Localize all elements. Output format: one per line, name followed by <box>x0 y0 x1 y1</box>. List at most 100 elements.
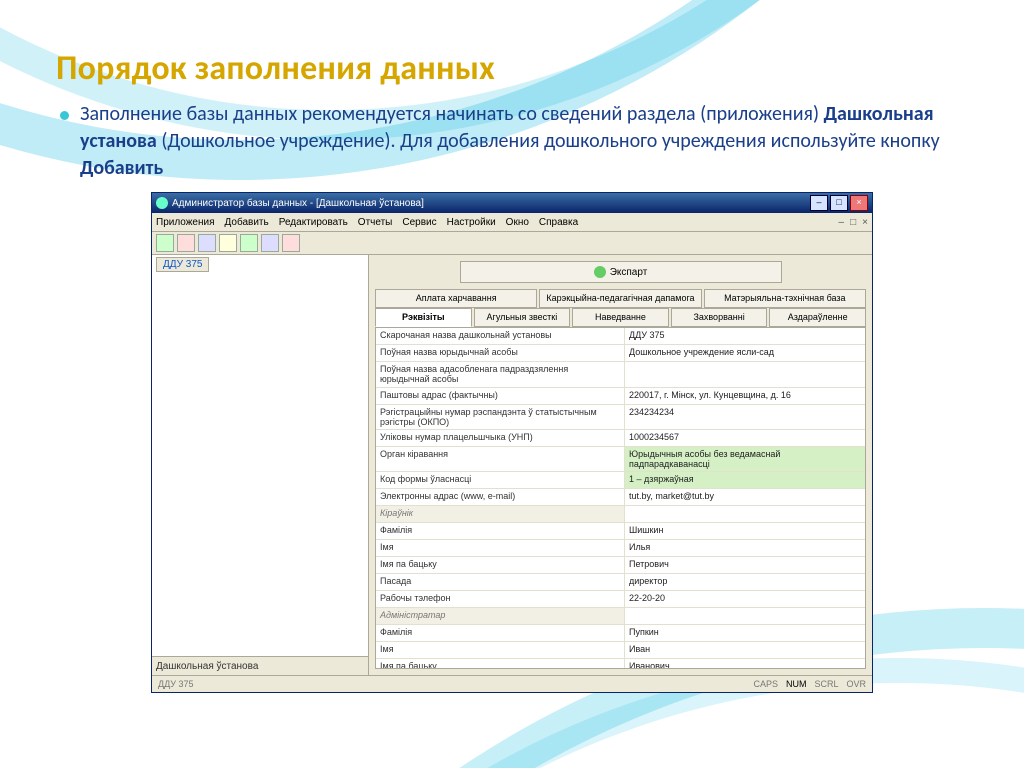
grid-row[interactable]: Скарочаная назва дашкольнай установыДДУ … <box>376 328 865 345</box>
menu-bar: Приложения Добавить Редактировать Отчеты… <box>152 213 872 232</box>
grid-value[interactable] <box>625 506 865 522</box>
menu-item[interactable]: Отчеты <box>358 217 393 228</box>
close-button[interactable]: × <box>850 195 868 211</box>
grid-value[interactable]: Иван <box>625 642 865 658</box>
grid-label: Паштовы адрас (фактычны) <box>376 388 625 404</box>
grid-row[interactable]: Электронны адрас (www, e-mail)tut.by, ma… <box>376 489 865 506</box>
grid-value[interactable]: 220017, г. Мінск, ул. Кунцевщина, д. 16 <box>625 388 865 404</box>
grid-label: Поўная назва адасобленага падраздзялення… <box>376 362 625 387</box>
grid-value[interactable]: 1000234567 <box>625 430 865 446</box>
grid-label: Рэгістрацыйны нумар рэспандэнта ў статыс… <box>376 405 625 430</box>
toolbar-icon[interactable] <box>219 234 237 252</box>
grid-row[interactable]: ФаміліяПупкин <box>376 625 865 642</box>
status-ovr: OVR <box>846 679 866 689</box>
grid-row[interactable]: Пасададиректор <box>376 574 865 591</box>
titlebar: Администратор базы данных - [Дашкольная … <box>152 193 872 213</box>
grid-label: Адміністратар <box>376 608 625 624</box>
menu-item[interactable]: Редактировать <box>279 217 348 228</box>
menu-item[interactable]: Окно <box>506 217 529 228</box>
tree-tab[interactable]: ДДУ 375 <box>156 257 209 272</box>
grid-label: Код формы ўласнасці <box>376 472 625 488</box>
content-area: ДДУ 375 Дашкольная ўстанова Экспарт Апла… <box>152 255 872 675</box>
property-grid[interactable]: Скарочаная назва дашкольнай установыДДУ … <box>375 327 866 669</box>
tab[interactable]: Наведванне <box>572 308 669 327</box>
grid-label: Кіраўнік <box>376 506 625 522</box>
grid-row[interactable]: Уліковы нумар плацельшчыка (УНП)10002345… <box>376 430 865 447</box>
toolbar-icon[interactable] <box>177 234 195 252</box>
grid-label: Скарочаная назва дашкольнай установы <box>376 328 625 344</box>
grid-value[interactable]: Дошкольное учреждение ясли-сад <box>625 345 865 361</box>
tab[interactable]: Карэкцыйна-педагагічная дапамога <box>539 289 701 308</box>
tab[interactable]: Агульныя звесткі <box>474 308 571 327</box>
export-button[interactable]: Экспарт <box>460 261 782 283</box>
menu-item[interactable]: Настройки <box>447 217 496 228</box>
tab[interactable]: Захворванні <box>671 308 768 327</box>
grid-row[interactable]: ІмяИван <box>376 642 865 659</box>
grid-row[interactable]: Кіраўнік <box>376 506 865 523</box>
grid-label: Фамілія <box>376 523 625 539</box>
grid-value[interactable]: ДДУ 375 <box>625 328 865 344</box>
globe-icon <box>594 266 606 278</box>
grid-value[interactable]: 234234234 <box>625 405 865 430</box>
toolbar-icon[interactable] <box>198 234 216 252</box>
mdi-minimize-button[interactable]: – <box>839 217 845 228</box>
grid-label: Пасада <box>376 574 625 590</box>
grid-label: Імя <box>376 540 625 556</box>
grid-row[interactable]: Адміністратар <box>376 608 865 625</box>
grid-row[interactable]: ІмяИлья <box>376 540 865 557</box>
grid-value[interactable]: 22-20-20 <box>625 591 865 607</box>
grid-value[interactable]: 1 – дзяржаўная <box>625 472 865 488</box>
grid-row[interactable]: Поўная назва юрыдычнай асобыДошкольное у… <box>376 345 865 362</box>
grid-row[interactable]: ФаміліяШишкин <box>376 523 865 540</box>
toolbar-icon[interactable] <box>156 234 174 252</box>
status-scrl: SCRL <box>814 679 838 689</box>
grid-row[interactable]: Імя па бацькуИванович <box>376 659 865 669</box>
slide-content: Порядок заполнения данных Заполнение баз… <box>0 0 1024 768</box>
menu-item[interactable]: Добавить <box>225 217 269 228</box>
grid-value[interactable]: Пупкин <box>625 625 865 641</box>
grid-value[interactable]: Шишкин <box>625 523 865 539</box>
mdi-restore-button[interactable]: □ <box>850 217 856 228</box>
minimize-button[interactable]: – <box>810 195 828 211</box>
toolbar-icon[interactable] <box>282 234 300 252</box>
right-panel: Экспарт Аплата харчавання Карэкцыйна-пед… <box>369 255 872 675</box>
grid-value[interactable]: директор <box>625 574 865 590</box>
grid-row[interactable]: Імя па бацькуПетрович <box>376 557 865 574</box>
grid-row[interactable]: Орган кіраванняЮрыдычныя асобы без ведам… <box>376 447 865 472</box>
grid-value[interactable] <box>625 362 865 387</box>
tab[interactable]: Аздараўленне <box>769 308 866 327</box>
grid-value[interactable]: Юрыдычныя асобы без ведамаснай падпарадк… <box>625 447 865 471</box>
tab[interactable]: Матэрыяльна-тэхнічная база <box>704 289 866 308</box>
menu-item[interactable]: Приложения <box>156 217 215 228</box>
grid-value[interactable]: tut.by, market@tut.by <box>625 489 865 505</box>
grid-value[interactable] <box>625 608 865 624</box>
toolbar <box>152 232 872 255</box>
grid-row[interactable]: Рабочы тэлефон22-20-20 <box>376 591 865 608</box>
tree-body[interactable] <box>152 279 368 656</box>
maximize-button[interactable]: □ <box>830 195 848 211</box>
window-title: Администратор базы данных - [Дашкольная … <box>172 198 810 209</box>
mdi-close-button[interactable]: × <box>862 217 868 228</box>
export-label: Экспарт <box>610 267 648 278</box>
text-bold: Добавить <box>80 156 163 180</box>
grid-value[interactable]: Петрович <box>625 557 865 573</box>
grid-value[interactable]: Иванович <box>625 659 865 669</box>
tab[interactable]: Аплата харчавання <box>375 289 537 308</box>
menu-item[interactable]: Сервис <box>402 217 436 228</box>
menu-item[interactable]: Справка <box>539 217 578 228</box>
grid-row[interactable]: Паштовы адрас (фактычны)220017, г. Мінск… <box>376 388 865 405</box>
app-icon <box>156 197 168 209</box>
grid-row[interactable]: Поўная назва адасобленага падраздзялення… <box>376 362 865 388</box>
grid-value[interactable]: Илья <box>625 540 865 556</box>
tab-strip: Аплата харчавання Карэкцыйна-педагагічна… <box>369 289 872 327</box>
grid-label: Уліковы нумар плацельшчыка (УНП) <box>376 430 625 446</box>
status-left: ДДУ 375 <box>158 679 194 689</box>
grid-row[interactable]: Код формы ўласнасці1 – дзяржаўная <box>376 472 865 489</box>
grid-label: Імя па бацьку <box>376 557 625 573</box>
status-bar: ДДУ 375 CAPS NUM SCRL OVR <box>152 675 872 692</box>
tab-selected[interactable]: Рэквізіты <box>375 308 472 327</box>
toolbar-icon[interactable] <box>261 234 279 252</box>
grid-row[interactable]: Рэгістрацыйны нумар рэспандэнта ў статыс… <box>376 405 865 431</box>
toolbar-icon[interactable] <box>240 234 258 252</box>
app-window: Администратор базы данных - [Дашкольная … <box>151 192 873 693</box>
